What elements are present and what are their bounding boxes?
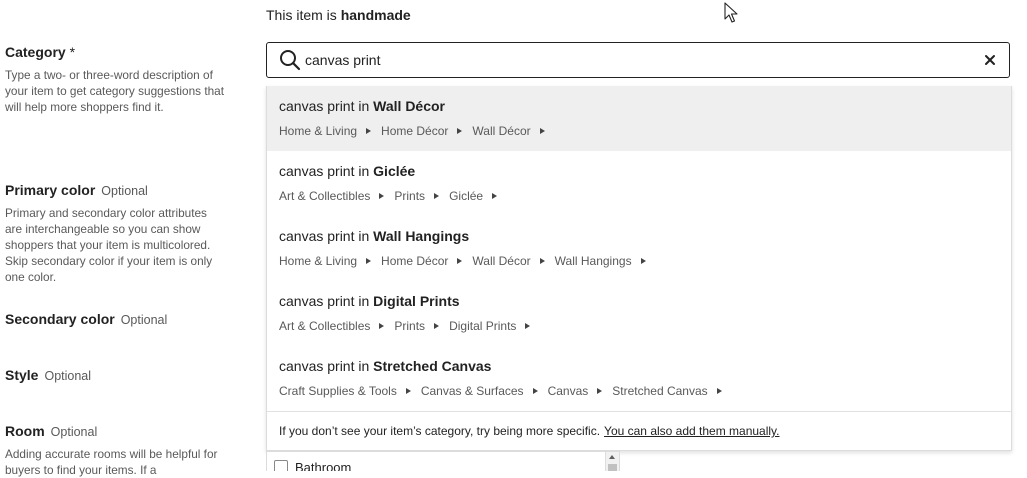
path-segment: Home & Living	[279, 124, 358, 138]
suggestion-giclee[interactable]: canvas print in Giclée Art & Collectible…	[267, 151, 1011, 216]
path-segment: Digital Prints	[449, 319, 517, 333]
caret-right-icon	[366, 257, 372, 264]
path-segment: Prints	[394, 319, 426, 333]
scroll-thumb[interactable]	[608, 464, 617, 471]
search-icon	[280, 50, 301, 71]
category-search-box[interactable]	[266, 42, 1010, 78]
bathroom-checkbox[interactable]	[274, 460, 288, 471]
category-path: Art & Collectibles Prints Giclée	[279, 189, 507, 203]
primary-color-description: Primary and secondary color attributes a…	[5, 206, 213, 284]
style-label: Style Optional	[5, 367, 92, 383]
suggestion-title: canvas print in Wall Décor	[279, 98, 446, 114]
path-segment: Stretched Canvas	[612, 384, 708, 398]
caret-right-icon	[434, 192, 440, 199]
suggestion-digital-prints[interactable]: canvas print in Digital Prints Art & Col…	[267, 281, 1011, 346]
category-path: Craft Supplies & Tools Canvas & Surfaces C…	[279, 384, 732, 398]
room-description: Adding accurate rooms will be helpful fo…	[5, 447, 218, 477]
primary-color-label: Primary color Optional	[5, 182, 148, 198]
secondary-color-label: Secondary color Optional	[5, 311, 168, 327]
path-segment: Craft Supplies & Tools	[279, 384, 397, 398]
caret-right-icon	[640, 257, 646, 264]
category-suggestions: canvas print in Wall Décor Home & Living…	[266, 86, 1012, 451]
path-segment: Giclée	[449, 189, 484, 203]
caret-right-icon	[379, 192, 385, 199]
caret-right-icon	[366, 127, 372, 134]
suggestion-title: canvas print in Giclée	[279, 163, 416, 179]
room-list-scrollbar[interactable]	[605, 452, 619, 471]
path-segment: Prints	[394, 189, 426, 203]
category-search-input[interactable]	[305, 47, 945, 73]
caret-right-icon	[457, 257, 463, 264]
room-option-label: Bathroom	[295, 460, 352, 471]
path-segment: Canvas	[547, 384, 589, 398]
mouse-pointer-icon	[724, 2, 738, 23]
caret-right-icon	[457, 127, 463, 134]
path-segment: Wall Décor	[472, 124, 531, 138]
path-segment: Wall Hangings	[554, 254, 632, 268]
clear-icon[interactable]	[981, 51, 999, 69]
caret-right-icon	[532, 387, 538, 394]
suggestions-footer: If you don’t see your item’s category, t…	[267, 411, 1011, 451]
caret-right-icon	[716, 387, 722, 394]
caret-right-icon	[539, 127, 545, 134]
path-segment: Canvas & Surfaces	[420, 384, 524, 398]
caret-right-icon	[597, 387, 603, 394]
category-path: Home & Living Home Décor Wall Décor Wall Ha…	[279, 254, 656, 268]
caret-right-icon	[405, 387, 411, 394]
suggestion-title: canvas print in Digital Prints	[279, 293, 460, 309]
caret-right-icon	[379, 322, 385, 329]
suggestion-title: canvas print in Wall Hangings	[279, 228, 470, 244]
category-label: Category *	[5, 44, 76, 60]
room-label: Room Optional	[5, 423, 98, 439]
path-segment: Home & Living	[279, 254, 358, 268]
path-segment: Home Décor	[381, 254, 449, 268]
add-manually-link[interactable]: You can also add them manually.	[604, 424, 779, 438]
caret-right-icon	[492, 192, 498, 199]
caret-right-icon	[525, 322, 531, 329]
handmade-status: This item is handmade	[266, 7, 411, 23]
category-path: Art & Collectibles Prints Digital Prints	[279, 319, 540, 333]
suggestion-title: canvas print in Stretched Canvas	[279, 358, 492, 374]
caret-right-icon	[434, 322, 440, 329]
caret-right-icon	[539, 257, 545, 264]
room-options-list: Bathroom	[266, 451, 620, 471]
category-description: Type a two- or three-word description of…	[5, 68, 225, 114]
path-segment: Art & Collectibles	[279, 319, 371, 333]
path-segment: Art & Collectibles	[279, 189, 371, 203]
footer-hint: If you don’t see your item’s category, t…	[279, 424, 601, 438]
scroll-up-icon[interactable]	[609, 455, 615, 459]
path-segment: Wall Décor	[472, 254, 531, 268]
suggestion-wall-decor[interactable]: canvas print in Wall Décor Home & Living…	[267, 86, 1011, 151]
category-path: Home & Living Home Décor Wall Décor	[279, 124, 555, 138]
path-segment: Home Décor	[381, 124, 449, 138]
suggestion-wall-hangings[interactable]: canvas print in Wall Hangings Home & Liv…	[267, 216, 1011, 281]
suggestion-stretched-canvas[interactable]: canvas print in Stretched Canvas Craft S…	[267, 346, 1011, 411]
